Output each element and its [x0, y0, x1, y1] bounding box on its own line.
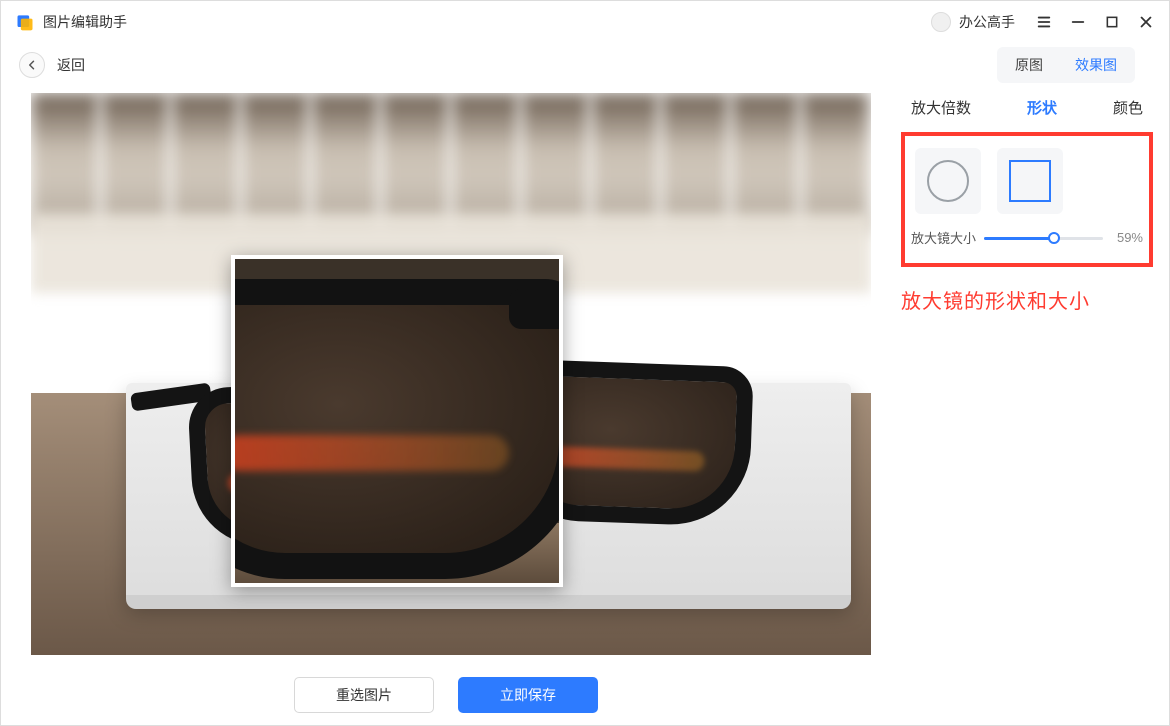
view-toggle: 原图 效果图	[997, 47, 1135, 83]
window-controls	[1035, 13, 1155, 31]
side-panel: 放大倍数 形状 颜色 放大镜大小 59% 放大镜的形状和大小	[891, 87, 1169, 725]
side-tab-zoom[interactable]: 放大倍数	[907, 93, 975, 122]
titlebar: 图片编辑助手 办公高手	[1, 1, 1169, 43]
side-tabs: 放大倍数 形状 颜色	[901, 93, 1153, 132]
reselect-image-button[interactable]: 重选图片	[294, 677, 434, 713]
magnifier-size-row: 放大镜大小 59%	[911, 228, 1143, 247]
canvas-column: 重选图片 立即保存	[1, 87, 891, 725]
slider-label: 放大镜大小	[911, 228, 976, 247]
magnifier-overlay[interactable]	[231, 255, 563, 587]
slider-value: 59%	[1111, 230, 1143, 245]
bottom-bar: 重选图片 立即保存	[1, 669, 891, 725]
main: 重选图片 立即保存 放大倍数 形状 颜色 放大镜大小 59%	[1, 87, 1169, 725]
app-title: 图片编辑助手	[43, 12, 127, 32]
back-label: 返回	[57, 55, 85, 75]
shape-option-circle[interactable]	[915, 148, 981, 214]
close-icon[interactable]	[1137, 13, 1155, 31]
side-tab-shape[interactable]: 形状	[1023, 93, 1061, 122]
image-canvas[interactable]	[31, 93, 871, 655]
canvas-wrap	[1, 87, 891, 669]
minimize-icon[interactable]	[1069, 13, 1087, 31]
app-icon	[15, 12, 35, 32]
circle-icon	[927, 160, 969, 202]
save-button[interactable]: 立即保存	[458, 677, 598, 713]
annotation-box: 放大镜大小 59%	[901, 132, 1153, 267]
user-area[interactable]: 办公高手	[931, 12, 1015, 32]
shape-options	[911, 144, 1143, 228]
square-icon	[1009, 160, 1051, 202]
magnifier-size-slider[interactable]	[984, 231, 1103, 245]
shape-option-square[interactable]	[997, 148, 1063, 214]
annotation-caption: 放大镜的形状和大小	[901, 285, 1153, 314]
back-button[interactable]	[19, 52, 45, 78]
user-label: 办公高手	[959, 12, 1015, 32]
tab-result[interactable]: 效果图	[1061, 51, 1131, 79]
user-avatar-icon	[931, 12, 951, 32]
toolbar: 返回 原图 效果图	[1, 43, 1169, 87]
maximize-icon[interactable]	[1103, 13, 1121, 31]
menu-icon[interactable]	[1035, 13, 1053, 31]
tab-original[interactable]: 原图	[1001, 51, 1057, 79]
side-tab-color[interactable]: 颜色	[1109, 93, 1147, 122]
